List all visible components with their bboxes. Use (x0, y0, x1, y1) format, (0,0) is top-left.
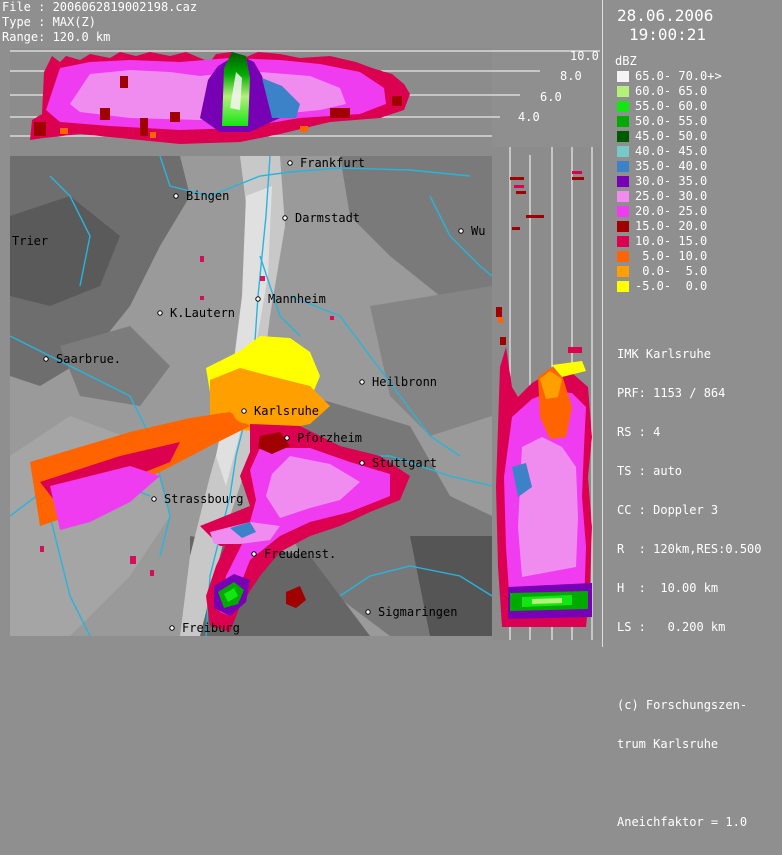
radar-range: Range: 120.0 km (2, 30, 111, 44)
info-line: RS : 4 (617, 425, 661, 439)
file-info-header: File : 2006062819002198.caz Type : MAX(Z)… (2, 0, 197, 45)
alt-label-6: 6.0 (540, 90, 562, 104)
svg-text:Mannheim: Mannheim (268, 292, 326, 306)
radar-map: Frankfurt Bingen Darmstadt Wu Trier Mann… (10, 156, 492, 636)
svg-text:Trier: Trier (12, 234, 48, 248)
info-line: (c) Forschungszen- (617, 698, 748, 712)
info-line: R : 120km,RES:0.500 (617, 542, 762, 556)
city-saarbruecken[interactable]: Saarbrue. (43, 352, 121, 366)
svg-text:Freiburg: Freiburg (182, 621, 240, 635)
svg-text:Heilbronn: Heilbronn (372, 375, 437, 389)
product-type: Type : MAX(Z) (2, 15, 96, 29)
info-panel: 28.06.2006 19:00:21 dBZ 65.0- 70.0+> 60.0… (602, 0, 782, 829)
legend-swatch (617, 221, 629, 232)
svg-text:Bingen: Bingen (186, 189, 229, 203)
info-line: trum Karlsruhe (617, 737, 719, 751)
legend-swatch (617, 191, 629, 202)
legend-swatch (617, 101, 629, 112)
legend-swatch (617, 146, 629, 157)
info-line: LS : 0.200 km (617, 620, 726, 634)
alt-label-8: 8.0 (560, 69, 582, 83)
time-label: 19:00:21 (629, 25, 707, 44)
svg-text:K.Lautern: K.Lautern (170, 306, 235, 320)
legend-swatch (617, 236, 629, 247)
city-strassbourg[interactable]: Strassbourg (151, 492, 244, 506)
alt-label-4: 4.0 (518, 110, 540, 124)
svg-text:Strassbourg: Strassbourg (164, 492, 243, 506)
svg-text:Sigmaringen: Sigmaringen (378, 605, 457, 619)
legend-swatch (617, 281, 629, 292)
alt-label-10: 10.0 (570, 49, 599, 63)
file-name: File : 2006062819002198.caz (2, 0, 198, 14)
svg-text:Karlsruhe: Karlsruhe (254, 404, 319, 418)
legend-swatch (617, 251, 629, 262)
svg-text:Saarbrue.: Saarbrue. (56, 352, 121, 366)
info-line: H : 10.00 km (617, 581, 719, 595)
radar-parameters: IMK Karlsruhe PRF: 1153 / 864 RS : 4 TS … (617, 322, 762, 855)
city-kaiserslautern[interactable]: K.Lautern (157, 306, 235, 320)
legend-swatch (617, 176, 629, 187)
legend-swatch (617, 266, 629, 277)
city-pforzheim[interactable]: Pforzheim (284, 431, 362, 445)
svg-text:Stuttgart: Stuttgart (372, 456, 437, 470)
svg-text:Darmstadt: Darmstadt (295, 211, 360, 225)
svg-text:Freudenst.: Freudenst. (264, 547, 336, 561)
city-frankfurt[interactable]: Frankfurt (287, 156, 365, 170)
info-line (617, 660, 762, 673)
legend-swatch (617, 116, 629, 127)
info-line: IMK Karlsruhe (617, 347, 711, 361)
datetime-block: 28.06.2006 19:00:21 (617, 6, 713, 44)
city-trier[interactable]: Trier (12, 234, 48, 248)
info-line: Aneichfaktor = 1.0 (617, 815, 748, 829)
info-line (617, 777, 762, 790)
city-karlsruhe[interactable]: Karlsruhe (241, 404, 319, 418)
info-line: CC : Doppler 3 (617, 503, 719, 517)
svg-text:Wu: Wu (471, 224, 485, 238)
svg-text:Frankfurt: Frankfurt (300, 156, 365, 170)
side-cross-section (492, 147, 600, 640)
top-cross-section: 10.0 8.0 6.0 4.0 (0, 48, 600, 156)
city-darmstadt[interactable]: Darmstadt (282, 211, 360, 225)
legend-swatch (617, 71, 629, 82)
legend-swatch (617, 86, 629, 97)
city-stuttgart[interactable]: Stuttgart (359, 456, 437, 470)
legend-swatch (617, 131, 629, 142)
info-line: TS : auto (617, 464, 683, 478)
date-label: 28.06.2006 (617, 6, 714, 25)
info-line: PRF: 1153 / 864 (617, 386, 726, 400)
legend-swatch (617, 161, 629, 172)
city-freudenstadt[interactable]: Freudenst. (251, 547, 336, 561)
svg-text:Pforzheim: Pforzheim (297, 431, 362, 445)
city-sigmaringen[interactable]: Sigmaringen (365, 605, 458, 619)
legend-unit: dBZ (615, 54, 637, 68)
city-heilbronn[interactable]: Heilbronn (359, 375, 437, 389)
legend-swatch (617, 206, 629, 217)
